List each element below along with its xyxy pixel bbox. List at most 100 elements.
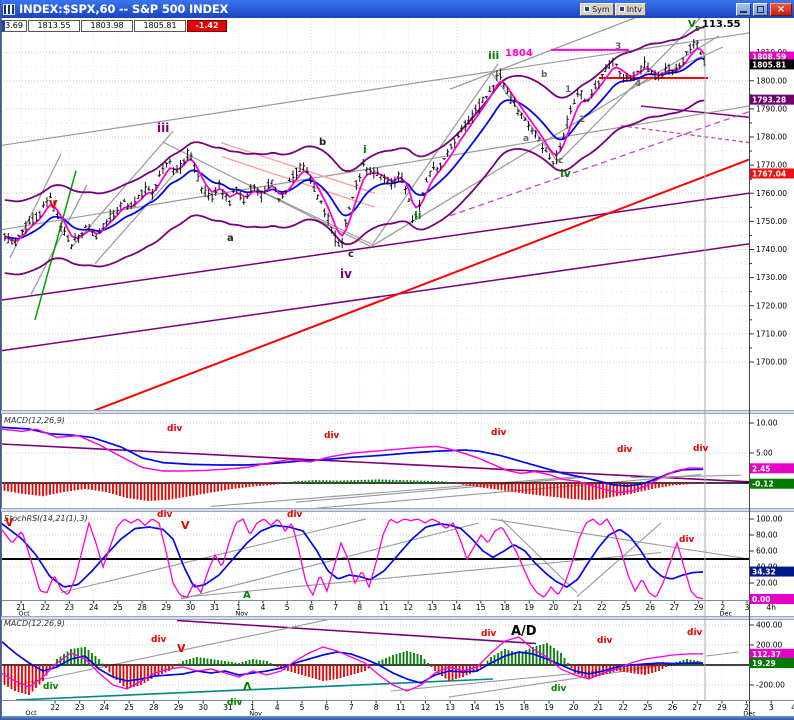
svg-text:V: V — [5, 516, 14, 529]
svg-text:iv: iv — [340, 267, 352, 281]
svg-text:20: 20 — [569, 703, 579, 712]
svg-text:25: 25 — [643, 703, 653, 712]
svg-text:6: 6 — [324, 703, 329, 712]
svg-text:18: 18 — [500, 603, 510, 612]
svg-text:div: div — [693, 444, 709, 454]
svg-text:5.00: 5.00 — [756, 449, 773, 458]
svg-text:22: 22 — [40, 603, 50, 612]
clipped-edge — [2, 21, 5, 31]
svg-text:1793.28: 1793.28 — [752, 96, 786, 105]
svg-text:1720.00: 1720.00 — [756, 301, 787, 310]
svg-text:31: 31 — [210, 603, 220, 612]
svg-text:29: 29 — [174, 703, 184, 712]
svg-text:11: 11 — [379, 603, 389, 612]
titlebar-buttons: Sym Intv × — [579, 3, 792, 16]
quote-strip: 3.69 1813.55 1803.98 1805.81 -1.42 — [1, 20, 228, 32]
svg-text:12: 12 — [421, 703, 431, 712]
svg-text:14: 14 — [452, 603, 462, 612]
intv-button[interactable]: Intv — [615, 3, 646, 16]
svg-text:21: 21 — [573, 603, 583, 612]
close-button[interactable]: × — [770, 3, 792, 16]
svg-text:23: 23 — [75, 703, 85, 712]
sym-icon — [584, 6, 590, 12]
svg-text:div: div — [324, 431, 340, 441]
svg-text:StochRSI(14,21(1),3): StochRSI(14,21(1),3) — [4, 514, 88, 523]
intv-icon — [619, 6, 625, 12]
window-bottom-edge — [1, 716, 794, 720]
svg-text:1800.00: 1800.00 — [756, 76, 787, 85]
svg-text:7: 7 — [349, 703, 354, 712]
svg-text:4: 4 — [261, 603, 266, 612]
svg-text:iii: iii — [157, 121, 169, 135]
svg-text:1710.00: 1710.00 — [756, 329, 787, 338]
maximize-button[interactable] — [753, 3, 768, 16]
candlestick-chart-icon — [3, 4, 15, 15]
quote-change-badge: -1.42 — [187, 20, 227, 32]
svg-text:3: 3 — [745, 603, 750, 612]
svg-text:div: div — [227, 698, 243, 708]
svg-text:14: 14 — [470, 703, 480, 712]
svg-text:1740.00: 1740.00 — [756, 245, 787, 254]
svg-text:4h: 4h — [766, 603, 776, 612]
minimize-icon — [740, 11, 747, 13]
svg-text:400.00: 400.00 — [756, 621, 782, 630]
svg-text:V: V — [181, 519, 190, 532]
minimize-button[interactable] — [736, 3, 751, 16]
svg-text:iv: iv — [560, 167, 572, 180]
svg-text:div: div — [167, 424, 183, 434]
svg-text:2: 2 — [579, 115, 585, 125]
svg-text:20: 20 — [549, 603, 559, 612]
svg-text:22: 22 — [618, 703, 628, 712]
svg-text:27: 27 — [670, 603, 680, 612]
svg-text:div: div — [679, 535, 695, 545]
svg-text:MACD(12,26,9): MACD(12,26,9) — [4, 619, 65, 628]
quote-value-low: 1803.98 — [81, 20, 133, 32]
svg-text:2.45: 2.45 — [752, 464, 771, 473]
svg-text:19: 19 — [524, 603, 534, 612]
svg-text:div: div — [43, 682, 59, 692]
svg-text:112.37: 112.37 — [752, 650, 781, 659]
svg-text:60.00: 60.00 — [756, 547, 778, 556]
svg-text:V: V — [49, 198, 58, 211]
svg-text:1750.00: 1750.00 — [756, 217, 787, 226]
svg-text:1780.00: 1780.00 — [756, 133, 787, 142]
title-bar[interactable]: INDEX:$SPX,60 -- S&P 500 INDEX Sym Intv … — [1, 0, 794, 18]
svg-text:div: div — [481, 629, 497, 639]
sym-button[interactable]: Sym — [580, 3, 614, 16]
svg-text:22: 22 — [50, 703, 60, 712]
svg-text:30: 30 — [198, 703, 208, 712]
svg-text:1760.00: 1760.00 — [756, 189, 787, 198]
quote-value-open: 3.69 — [1, 20, 27, 32]
svg-text:7: 7 — [333, 603, 338, 612]
svg-text:15: 15 — [476, 603, 486, 612]
svg-text:div: div — [157, 510, 173, 520]
svg-text:22: 22 — [597, 603, 607, 612]
svg-text:Oct: Oct — [18, 610, 30, 618]
svg-text:5: 5 — [695, 25, 700, 33]
svg-text:21: 21 — [594, 703, 604, 712]
svg-text:3: 3 — [615, 42, 621, 52]
svg-text:div: div — [597, 636, 613, 646]
svg-text:Nov: Nov — [235, 610, 248, 618]
svg-text:5: 5 — [300, 703, 305, 712]
close-icon: × — [777, 4, 785, 15]
svg-text:1770.00: 1770.00 — [756, 161, 787, 170]
svg-text:12: 12 — [403, 603, 413, 612]
svg-text:1730.00: 1730.00 — [756, 273, 787, 282]
maximize-icon — [757, 6, 764, 13]
svg-text:26: 26 — [668, 703, 678, 712]
svg-text:30: 30 — [186, 603, 196, 612]
svg-text:A/D: A/D — [511, 624, 537, 639]
svg-text:div: div — [287, 510, 303, 520]
svg-text:1: 1 — [565, 85, 571, 95]
svg-text:13: 13 — [428, 603, 438, 612]
svg-text:27: 27 — [692, 703, 702, 712]
svg-text:24: 24 — [89, 603, 99, 612]
svg-text:1767.04: 1767.04 — [752, 169, 786, 178]
svg-text:200.00: 200.00 — [756, 641, 782, 650]
svg-text:ii: ii — [414, 209, 422, 222]
svg-text:18: 18 — [520, 703, 530, 712]
svg-text:A: A — [243, 590, 251, 601]
svg-text:1805.81: 1805.81 — [752, 60, 786, 69]
svg-text:4: 4 — [275, 703, 280, 712]
